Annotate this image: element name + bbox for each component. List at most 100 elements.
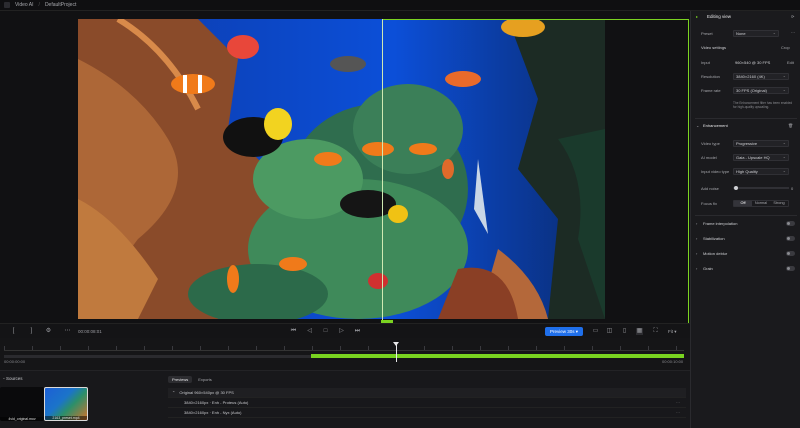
playhead-handle-icon[interactable] <box>393 342 399 346</box>
resolution-label: Resolution <box>701 74 720 79</box>
source-name: 4vid_original.mov <box>0 417 44 421</box>
panel-title: Editing view <box>707 14 732 19</box>
bracket-in-icon[interactable]: [ <box>10 328 17 335</box>
frame-interpolation-toggle[interactable] <box>786 221 795 226</box>
edit-button[interactable]: Edit <box>787 60 794 65</box>
bracket-out-icon[interactable]: ] <box>28 328 35 335</box>
timeline-end-time: 00:00:10:00 <box>662 359 684 364</box>
video-settings-title: Video settings <box>701 45 727 50</box>
list-item[interactable]: 3840×2160px · Enh - Proteus (Auto) ⋯ <box>168 398 686 408</box>
preset-more-icon[interactable]: ⋯ <box>791 30 795 35</box>
source-thumbnail-selected[interactable]: 2163_preset.mp4 <box>44 387 88 421</box>
crop-button[interactable]: Crop <box>781 45 790 50</box>
focus-fix-segmented: Off Normal Strong <box>733 200 789 207</box>
transport-bar: [ ] ⚙ ⋯ 00:00:08:01 ⏮ ◁ □ ▷ ⏭ Preview 30… <box>0 323 690 338</box>
expand-chevron-icon[interactable]: ⌃ <box>172 390 175 395</box>
fullscreen-icon[interactable]: ⛶ <box>652 328 659 335</box>
step-back-icon[interactable]: ◁ <box>306 328 313 335</box>
framerate-select[interactable]: 30 FPS (Original) <box>733 87 789 94</box>
grain-toggle[interactable] <box>786 266 795 271</box>
timeline-start-time: 00:00:00:00 <box>4 359 26 364</box>
focus-fix-label: Focus fix <box>701 201 718 206</box>
timeline[interactable]: 00:00:00:00 00:00:10:00 <box>0 338 690 370</box>
project-name[interactable]: DefaultProject <box>45 2 76 8</box>
divider <box>695 215 797 216</box>
expand-chevron-icon[interactable]: › <box>696 266 697 271</box>
video-type-select[interactable]: Progressive <box>733 140 789 147</box>
frame-interpolation-section[interactable]: Frame interpolation <box>703 221 737 226</box>
next-frame-icon[interactable]: ⏭ <box>354 328 361 335</box>
expand-chevron-icon[interactable]: › <box>696 251 697 256</box>
enhancement-section-title[interactable]: Enhancement <box>703 123 728 128</box>
add-noise-slider-handle[interactable] <box>734 186 738 190</box>
focus-fix-off[interactable]: Off <box>734 201 752 206</box>
list-item[interactable]: 3840×2160px · Enh - Nyx (Auto) ⋯ <box>168 408 686 418</box>
stop-icon[interactable]: □ <box>322 328 329 335</box>
add-noise-slider[interactable] <box>733 187 789 189</box>
editing-panel: ▸ Editing view ⟳ Preset None ⋯ Video set… <box>690 11 800 428</box>
grain-section[interactable]: Grain <box>703 266 713 271</box>
add-noise-value[interactable]: 0 <box>791 186 793 191</box>
focus-fix-strong[interactable]: Strong <box>770 201 788 206</box>
list-item-label: Original 960×540px @ 30 FPS <box>179 390 234 395</box>
input-video-type-select[interactable]: High Quality <box>733 168 789 175</box>
preview-button[interactable]: Preview 30s ▾ <box>545 327 583 336</box>
preset-label: Preset <box>701 31 713 36</box>
app-name: Video AI <box>15 2 34 8</box>
focus-fix-normal[interactable]: Normal <box>752 201 770 206</box>
expand-chevron-icon[interactable]: › <box>696 236 697 241</box>
more-icon[interactable]: ⋯ <box>676 410 680 415</box>
bottom-panel: ⌄ Sources 4vid_original.mov 2163_preset.… <box>0 370 690 428</box>
split-divider[interactable] <box>382 19 383 334</box>
preset-select[interactable]: None <box>733 30 779 37</box>
motion-deblur-toggle[interactable] <box>786 251 795 256</box>
playhead[interactable] <box>396 344 397 362</box>
enhancement-note: The Enhancement filter has been enabled … <box>733 101 793 109</box>
sources-title: Sources <box>6 376 23 381</box>
source-name: 2163_preset.mp4 <box>45 416 87 420</box>
split-view-icon[interactable]: ◫ <box>606 328 613 335</box>
play-icon[interactable]: ▷ <box>338 328 345 335</box>
list-item-label: 3840×2160px · Enh - Nyx (Auto) <box>184 410 242 415</box>
preview-range-bar[interactable] <box>311 354 684 358</box>
ai-model-label: AI model <box>701 155 717 160</box>
input-value: 960×540 @ 30 FPS <box>735 60 771 65</box>
preview-list: ⌃ Original 960×540px @ 30 FPS 3840×2160p… <box>168 388 686 418</box>
title-bar: Video AI / DefaultProject <box>0 0 800 11</box>
settings-icon[interactable]: ⚙ <box>45 328 52 335</box>
timeline-ruler <box>4 346 684 351</box>
stabilization-section[interactable]: Stabilization <box>703 236 725 241</box>
list-item-original[interactable]: ⌃ Original 960×540px @ 30 FPS <box>168 388 686 398</box>
expand-chevron-icon[interactable]: › <box>696 221 697 226</box>
panel-toggle-icon[interactable]: ▸ <box>696 14 698 19</box>
input-label: Input <box>701 60 710 65</box>
video-preview[interactable] <box>78 19 605 319</box>
reef-scene-image <box>78 19 605 319</box>
current-timecode: 00:00:08:01 <box>78 329 102 334</box>
divider <box>695 118 797 119</box>
prev-frame-icon[interactable]: ⏮ <box>290 328 297 335</box>
app-logo-icon <box>4 2 10 8</box>
framerate-label: Frame rate <box>701 88 721 93</box>
single-view-icon[interactable]: ▭ <box>592 328 599 335</box>
input-video-type-label: Input video type <box>701 169 730 174</box>
delete-icon[interactable]: 🗑 <box>788 123 793 128</box>
source-thumbnail[interactable]: 4vid_original.mov <box>0 387 44 421</box>
video-viewer: ≡ No filters enabled 720×576px @ 30 FPS … <box>0 11 690 334</box>
refresh-icon[interactable]: ⟳ <box>791 14 794 19</box>
collapse-chevron-icon[interactable]: ⌄ <box>696 123 699 128</box>
more-icon[interactable]: ⋯ <box>64 328 71 335</box>
video-type-label: Video type <box>701 141 720 146</box>
ai-model-select[interactable]: Gaia - Upscale HQ <box>733 154 789 161</box>
tab-previews[interactable]: Previews <box>168 376 193 383</box>
more-icon[interactable]: ⋯ <box>676 400 680 405</box>
motion-deblur-section[interactable]: Motion deblur <box>703 251 727 256</box>
resolution-select[interactable]: 3840×2160 (4K) <box>733 73 789 80</box>
compare-view-icon[interactable]: ▦ <box>636 328 643 335</box>
app-window: Video AI / DefaultProject [] ⚙ ⋯ 00:00:… <box>0 0 800 428</box>
side-by-side-icon[interactable]: ▯ <box>621 328 628 335</box>
zoom-select[interactable]: Fit ▾ <box>668 329 677 335</box>
tab-exports[interactable]: Exports <box>194 376 216 383</box>
list-item-label: 3840×2160px · Enh - Proteus (Auto) <box>184 400 249 405</box>
stabilization-toggle[interactable] <box>786 236 795 241</box>
